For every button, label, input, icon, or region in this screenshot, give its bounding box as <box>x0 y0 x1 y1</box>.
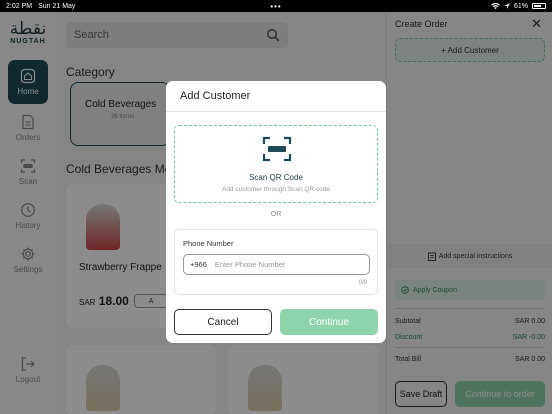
modal-title: Add Customer <box>180 90 251 102</box>
multitask-dots[interactable]: ••• <box>270 2 281 11</box>
phone-number-field[interactable]: +966 Enter Phone Number <box>183 254 370 275</box>
status-date: Sun 21 May <box>38 2 76 10</box>
phone-char-counter: 0/9 <box>358 280 367 286</box>
wifi-icon <box>491 2 500 9</box>
phone-placeholder: Enter Phone Number <box>214 260 286 269</box>
cancel-button[interactable]: Cancel <box>174 309 272 335</box>
battery-icon <box>532 3 546 9</box>
status-time: 2:02 PM <box>6 2 33 10</box>
scan-qr-title: Scan QR Code <box>249 173 303 182</box>
divider <box>166 111 386 112</box>
add-customer-modal: Add Customer Scan QR Code Add customer t… <box>166 81 386 343</box>
continue-button[interactable]: Continue <box>280 309 378 335</box>
country-code[interactable]: +966 <box>190 260 207 269</box>
qr-scan-icon <box>262 136 292 162</box>
location-icon <box>503 2 510 9</box>
scan-qr-subtitle: Add customer through Scan QR code <box>221 186 331 193</box>
phone-label: Phone Number <box>183 239 234 248</box>
scan-qr-area[interactable]: Scan QR Code Add customer through Scan Q… <box>174 125 378 203</box>
phone-number-section: Phone Number +966 Enter Phone Number 0/9 <box>174 229 378 295</box>
battery-percent: 61% <box>513 2 528 10</box>
status-bar: 2:02 PM Sun 21 May ••• 61% <box>0 0 552 12</box>
or-separator: OR <box>270 211 282 218</box>
